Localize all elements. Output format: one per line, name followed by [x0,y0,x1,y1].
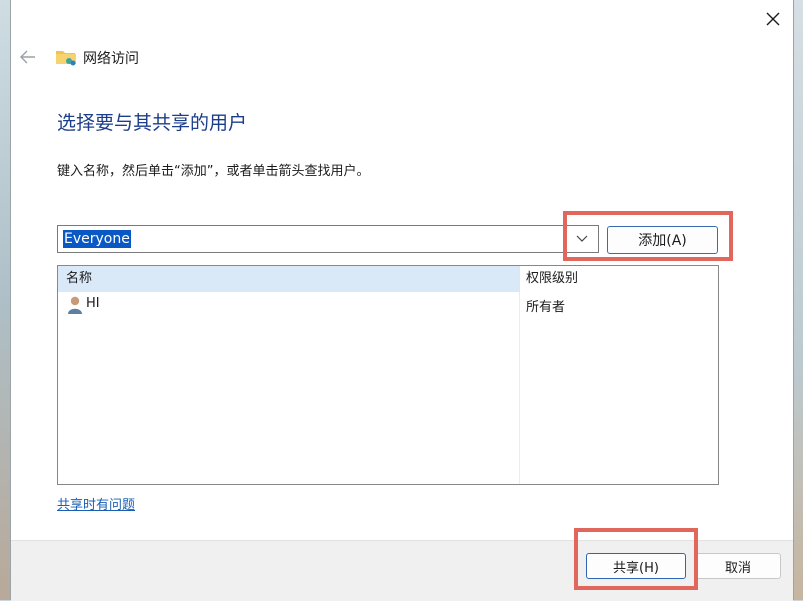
highlight-box-add [563,211,733,261]
table-header: 名称 权限级别 [58,266,718,292]
table-row[interactable]: HI 所有者 [58,294,718,316]
user-name-combobox[interactable]: Everyone [57,225,599,253]
row-permission: 所有者 [526,300,566,315]
shared-folder-icon [56,51,76,66]
users-table[interactable]: 名称 权限级别 HI 所有者 [57,265,719,485]
column-header-name[interactable]: 名称 [58,266,519,292]
user-name-input-value[interactable]: Everyone [63,230,131,248]
close-icon [766,12,780,26]
column-header-permission[interactable]: 权限级别 [519,266,718,292]
column-divider [519,292,520,484]
highlight-box-share [574,528,698,590]
window-title: 网络访问 [83,51,139,67]
row-user-name: HI [86,296,100,311]
page-heading: 选择要与其共享的用户 [57,112,248,134]
sharing-help-link[interactable]: 共享时有问题 [57,494,135,513]
instruction-text: 键入名称，然后单击“添加”，或者单击箭头查找用户。 [57,164,370,179]
network-access-dialog: 网络访问 选择要与其共享的用户 键入名称，然后单击“添加”，或者单击箭头查找用户… [10,0,794,601]
close-button[interactable] [755,4,791,34]
back-arrow-icon [20,50,35,64]
back-button[interactable] [15,44,41,70]
cancel-button[interactable]: 取消 [695,553,781,579]
user-icon [68,296,82,314]
